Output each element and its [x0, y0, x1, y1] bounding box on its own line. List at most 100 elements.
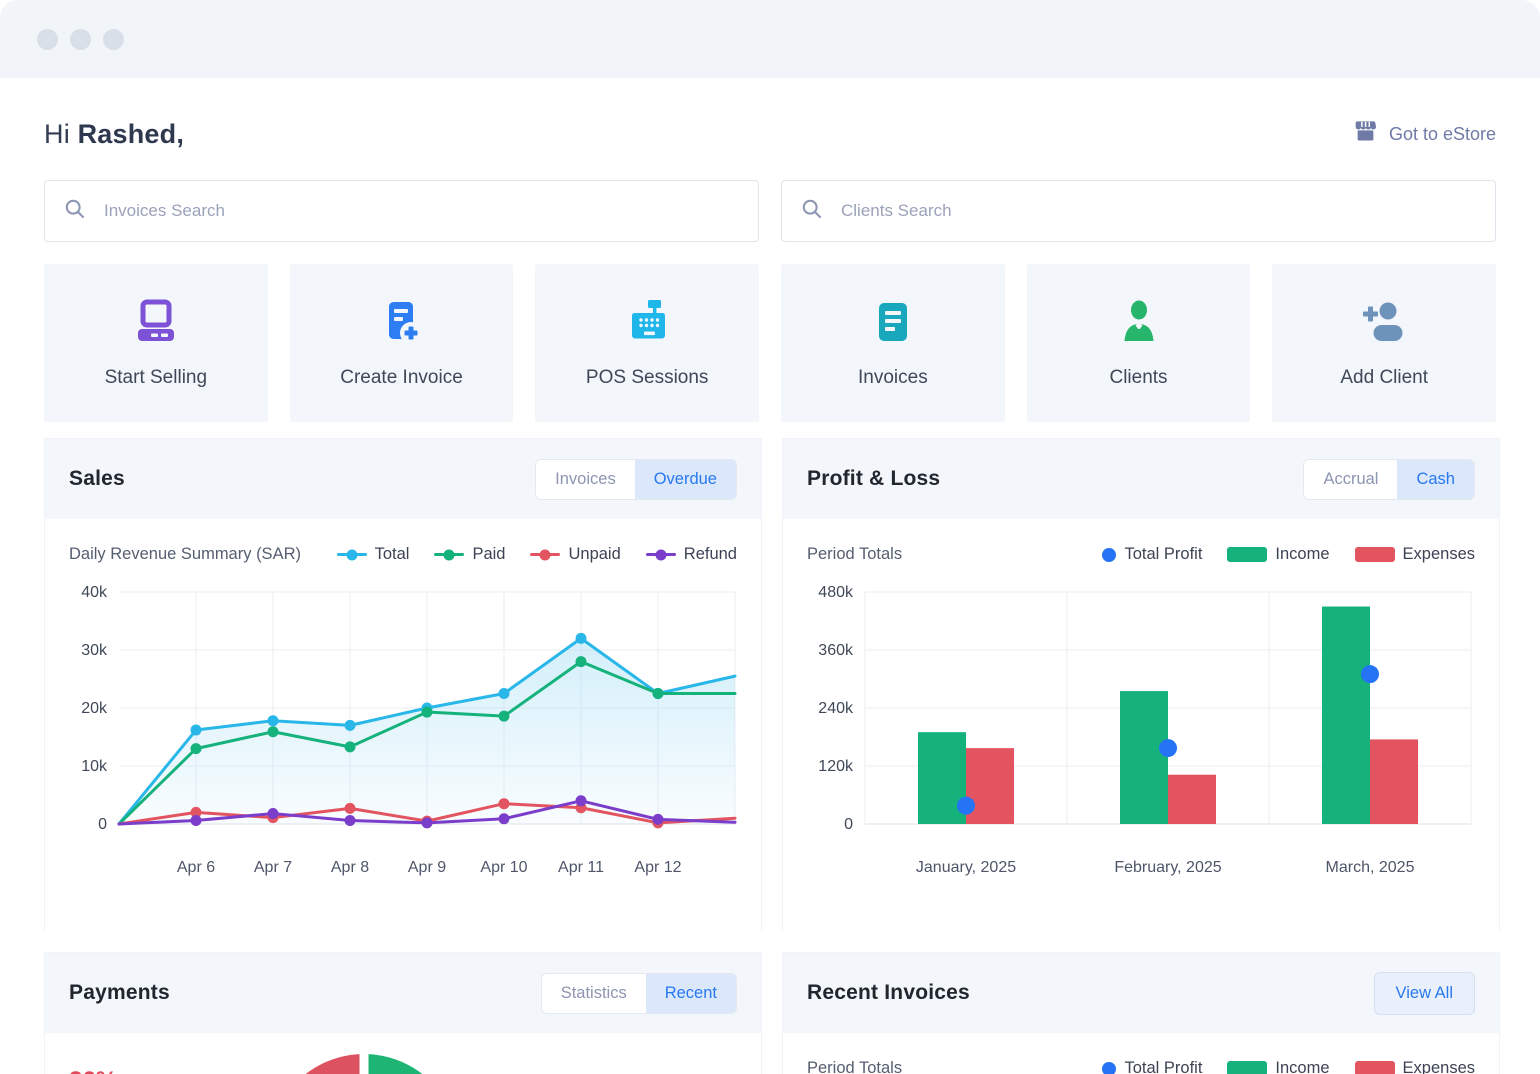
pnl-toggle-cash[interactable]: Cash [1397, 460, 1474, 499]
legend-item[interactable]: Expenses [1355, 1059, 1475, 1074]
add-client-tile[interactable]: Add Client [1272, 264, 1496, 422]
payments-title: Payments [69, 981, 170, 1005]
profit-loss-card: Profit & Loss Accrual Cash Period Totals… [782, 438, 1500, 932]
svg-text:40k: 40k [81, 584, 108, 601]
legend-marker [1102, 548, 1116, 562]
svg-text:0: 0 [98, 816, 107, 833]
recent-invoices-title: Recent Invoices [807, 981, 970, 1005]
profit-loss-bar-chart: 0120k240k360k480kJanuary, 2025February, … [807, 576, 1475, 901]
recent-invoices-card-header: Recent Invoices View All [783, 953, 1499, 1033]
legend-label: Income [1275, 1059, 1329, 1074]
legend-marker [1355, 547, 1395, 562]
sales-toggle: Invoices Overdue [535, 459, 737, 500]
tile-label: Clients [1109, 367, 1167, 389]
sales-toggle-invoices[interactable]: Invoices [536, 460, 635, 499]
svg-text:Apr 12: Apr 12 [634, 859, 681, 876]
svg-text:480k: 480k [818, 584, 854, 601]
legend-item[interactable]: Income [1227, 545, 1329, 564]
legend-item[interactable]: Refund [646, 545, 737, 564]
legend-marker [337, 553, 367, 556]
legend-label: Expenses [1403, 1059, 1475, 1074]
tile-label: Start Selling [105, 367, 207, 389]
tile-label: POS Sessions [586, 367, 709, 389]
pnl-toggle-accrual[interactable]: Accrual [1304, 460, 1397, 499]
page-greeting: Hi Rashed, [44, 119, 184, 150]
legend-label: Total Profit [1124, 545, 1202, 564]
svg-text:Apr 10: Apr 10 [480, 859, 527, 876]
sales-card: Sales Invoices Overdue Daily Revenue Sum… [44, 438, 762, 932]
legend-label: Unpaid [568, 545, 620, 564]
payments-card-header: Payments Statistics Recent [45, 953, 761, 1033]
legend-item[interactable]: Paid [434, 545, 505, 564]
profit-loss-toggle: Accrual Cash [1303, 459, 1475, 500]
user-name: Rashed, [78, 119, 184, 149]
sales-line-chart: 010k20k30k40kApr 6Apr 7Apr 8Apr 9Apr 10A… [69, 576, 737, 901]
legend-label: Paid [472, 545, 505, 564]
clients-tile[interactable]: Clients [1027, 264, 1251, 422]
create-invoice-tile[interactable]: Create Invoice [290, 264, 514, 422]
document-icon [869, 298, 917, 351]
svg-text:January, 2025: January, 2025 [916, 859, 1016, 876]
svg-text:March, 2025: March, 2025 [1326, 859, 1415, 876]
recent-invoices-card: Recent Invoices View All Period Totals T… [782, 952, 1500, 1074]
pnl-legend: Total Profit Income Expenses [1102, 545, 1475, 564]
svg-text:30k: 30k [81, 642, 108, 659]
profit-loss-card-body: Period Totals Total Profit Income Expenses… [783, 519, 1499, 932]
svg-text:Apr 8: Apr 8 [331, 859, 369, 876]
legend-label: Expenses [1403, 545, 1475, 564]
sales-toggle-overdue[interactable]: Overdue [635, 460, 736, 499]
view-all-button[interactable]: View All [1374, 972, 1475, 1015]
goto-estore-link[interactable]: Got to eStore [1352, 118, 1496, 150]
clients-search-input[interactable] [841, 201, 1477, 221]
legend-label: Income [1275, 545, 1329, 564]
legend-item[interactable]: Total [337, 545, 410, 564]
legend-marker [1102, 1062, 1116, 1074]
start-selling-tile[interactable]: Start Selling [44, 264, 268, 422]
sales-card-body: Daily Revenue Summary (SAR) Total Paid Unp… [45, 519, 761, 932]
svg-text:20k: 20k [81, 700, 108, 717]
legend-marker [530, 553, 560, 556]
svg-text:120k: 120k [818, 758, 854, 775]
svg-text:10k: 10k [81, 758, 108, 775]
storefront-icon [1352, 118, 1379, 150]
pos-sessions-tile[interactable]: POS Sessions [535, 264, 759, 422]
svg-text:Apr 7: Apr 7 [254, 859, 292, 876]
legend-label: Refund [684, 545, 737, 564]
window-control-dot[interactable] [70, 29, 91, 50]
legend-item[interactable]: Income [1227, 1059, 1329, 1074]
recent-invoices-legend: Total Profit Income Expenses [1102, 1059, 1475, 1074]
pos-computer-icon [132, 298, 180, 351]
legend-item[interactable]: Total Profit [1102, 545, 1202, 564]
window-control-dot[interactable] [37, 29, 58, 50]
legend-marker [1227, 1061, 1267, 1074]
tile-label: Invoices [858, 367, 928, 389]
clients-search-box [781, 180, 1496, 242]
profit-loss-card-header: Profit & Loss Accrual Cash [783, 439, 1499, 519]
invoices-search-input[interactable] [104, 201, 740, 221]
pnl-chart-subtitle: Period Totals [807, 545, 902, 564]
payments-card-body: 36% [45, 1033, 761, 1074]
payments-card: Payments Statistics Recent 36% [44, 952, 762, 1074]
legend-item[interactable]: Total Profit [1102, 1059, 1202, 1074]
person-plus-icon [1360, 298, 1408, 351]
legend-item[interactable]: Expenses [1355, 545, 1475, 564]
sales-chart-subtitle: Daily Revenue Summary (SAR) [69, 545, 301, 564]
svg-text:Apr 11: Apr 11 [558, 859, 604, 876]
window-control-dot[interactable] [103, 29, 124, 50]
legend-item[interactable]: Unpaid [530, 545, 620, 564]
person-icon [1115, 298, 1163, 351]
pie-slice-gap [360, 1052, 369, 1074]
payments-toggle-statistics[interactable]: Statistics [542, 974, 646, 1013]
search-icon [63, 197, 87, 226]
svg-text:Apr 9: Apr 9 [408, 859, 446, 876]
goto-estore-label: Got to eStore [1389, 124, 1496, 145]
invoices-tile[interactable]: Invoices [781, 264, 1005, 422]
legend-label: Total Profit [1124, 1059, 1202, 1074]
svg-text:360k: 360k [818, 642, 854, 659]
svg-text:240k: 240k [818, 700, 854, 717]
sales-card-header: Sales Invoices Overdue [45, 439, 761, 519]
tile-label: Add Client [1340, 367, 1428, 389]
recent-invoices-subtitle: Period Totals [807, 1059, 902, 1074]
payments-toggle-recent[interactable]: Recent [646, 974, 736, 1013]
recent-invoices-card-body: Period Totals Total Profit Income Expenses [783, 1033, 1499, 1074]
